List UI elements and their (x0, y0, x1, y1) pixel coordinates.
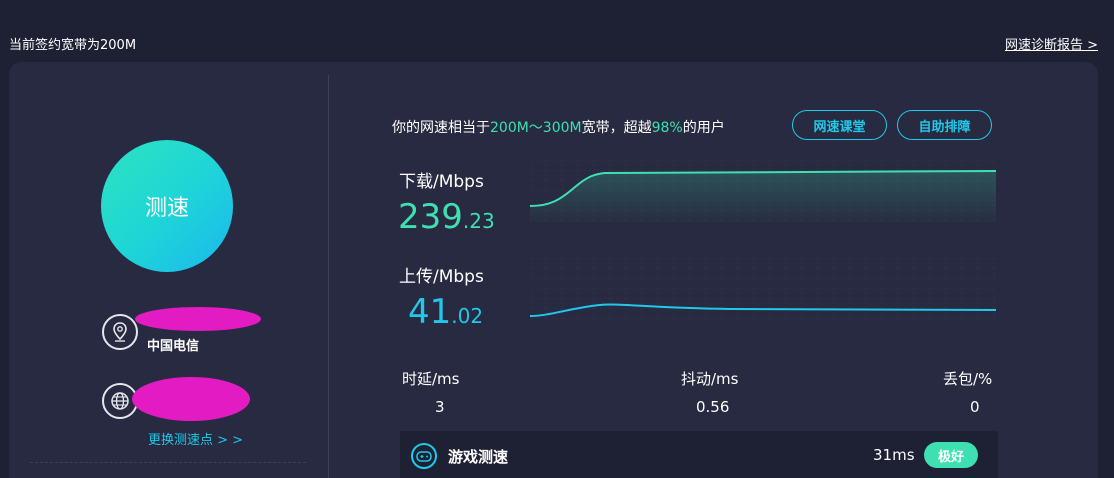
packet-loss-label: 丢包/% (943, 370, 993, 388)
upload-speed-dec: .02 (451, 304, 484, 328)
summary-range: 200M～300M (490, 120, 582, 136)
game-latency: 31ms (873, 446, 915, 464)
latency-value: 3 (435, 398, 445, 416)
download-speed-dec: .23 (462, 209, 495, 233)
left-panel-divider (30, 462, 306, 463)
self-troubleshoot-button[interactable]: 自助排障 (897, 110, 992, 140)
download-speed-int: 239 (398, 197, 463, 237)
panel-divider (328, 75, 329, 478)
game-rating-badge: 极好 (924, 442, 978, 468)
gamepad-icon (411, 443, 437, 469)
summary-prefix: 你的网速相当于 (392, 120, 490, 136)
start-speed-test-button[interactable]: 测速 (101, 140, 233, 272)
speed-course-button[interactable]: 网速课堂 (792, 110, 887, 140)
jitter-label: 抖动/ms (681, 370, 739, 388)
download-label: 下载/Mbps (399, 172, 484, 192)
speed-diagnosis-report-link[interactable]: 网速诊断报告 > (1005, 34, 1098, 53)
redacted-ip-address (135, 307, 261, 331)
latency-label: 时延/ms (402, 370, 460, 388)
game-speed-label: 游戏测速 (448, 448, 509, 466)
redacted-test-node (132, 377, 250, 421)
packet-loss-value: 0 (970, 398, 980, 416)
isp-name: 中国电信 (147, 339, 200, 354)
upload-chart (530, 258, 996, 320)
upload-speed-int: 41 (408, 292, 452, 332)
speed-summary: 你的网速相当于200M～300M宽带，超越98%的用户 (392, 117, 725, 137)
jitter-value: 0.56 (696, 398, 730, 416)
download-speed: 239.23 (398, 200, 495, 238)
change-test-node-link[interactable]: 更换测速点 > > (148, 429, 243, 448)
upload-speed: 41.02 (408, 295, 483, 333)
upload-label: 上传/Mbps (399, 267, 484, 287)
download-chart (530, 160, 996, 222)
summary-mid: 宽带，超越 (581, 120, 652, 136)
current-bandwidth-text: 当前签约宽带为200M (9, 38, 137, 53)
location-pin-icon (102, 314, 138, 350)
download-chart-area (530, 171, 996, 222)
speed-test-label: 测速 (144, 196, 189, 221)
summary-suffix: 的用户 (682, 120, 725, 136)
summary-percent: 98% (651, 120, 683, 136)
